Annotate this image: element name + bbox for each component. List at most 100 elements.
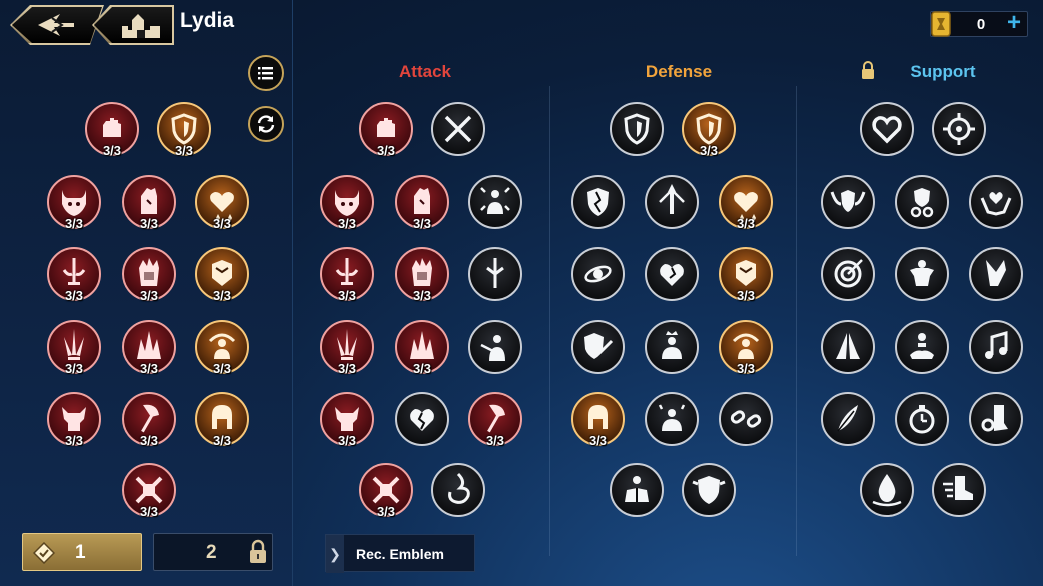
emblem-crossed-fist[interactable]: 3/3 — [121, 462, 177, 519]
emblem-crowned-figure[interactable] — [644, 319, 700, 375]
emblem-sword-burst[interactable] — [467, 246, 523, 302]
emblem-heart-crack[interactable] — [644, 246, 700, 302]
emblem-broken-chain[interactable] — [718, 391, 774, 447]
emblem-crossed-fist[interactable]: 3/3 — [358, 462, 414, 519]
cracked-shield-icon — [571, 175, 625, 229]
emblem-sword-wings[interactable]: 3/3 — [46, 246, 102, 303]
emblem-helmet[interactable]: 3/3 — [570, 391, 626, 448]
recommended-emblem-button[interactable]: ❯ Rec. Emblem — [325, 534, 475, 573]
emblem-swirl-flame[interactable] — [430, 462, 486, 518]
emblem-triple-blade[interactable]: 3/3 — [319, 319, 375, 376]
emblem-gauntlet[interactable]: 3/3 — [121, 174, 177, 231]
emblem-sword-up[interactable] — [644, 174, 700, 230]
pierced-figure-icon — [468, 320, 522, 374]
emblem-orbit[interactable] — [570, 246, 626, 302]
emblem-spikes[interactable]: 3/3 — [121, 319, 177, 376]
emblem-level-1-tab[interactable]: 1 — [22, 533, 142, 571]
emblem-sparkle-figure[interactable] — [644, 391, 700, 447]
emblem-armor[interactable]: 3/3 — [718, 246, 774, 303]
emblem-level-2-tab[interactable]: 2 — [153, 533, 273, 571]
reset-button[interactable] — [248, 106, 284, 142]
emblem-burning-fist[interactable]: 3/3 — [394, 246, 450, 303]
emblem-fist[interactable]: 3/3 — [358, 101, 414, 158]
emblem-horned-warrior[interactable]: 3/3 — [319, 391, 375, 448]
emblem-speed-boot[interactable] — [931, 462, 987, 518]
emblem-buff-figure[interactable] — [894, 246, 950, 302]
emblem-count: 3/3 — [412, 288, 432, 303]
emblem-count: 3/3 — [139, 216, 159, 231]
emblem-demon-horns[interactable]: 3/3 — [319, 174, 375, 231]
feather-hand-icon — [821, 392, 875, 446]
emblem-burning-fist[interactable]: 3/3 — [121, 246, 177, 303]
emblem-hands-heart[interactable] — [968, 174, 1024, 230]
emblem-count: 3/3 — [139, 504, 159, 519]
emblem-demon-horns[interactable]: 3/3 — [46, 174, 102, 231]
emblem-figure-arrows[interactable] — [467, 174, 523, 230]
emblem-list-button[interactable] — [248, 55, 284, 91]
emblem-cracked-shield[interactable] — [570, 174, 626, 230]
emblem-count: 3/3 — [139, 433, 159, 448]
emblem-winged-shield[interactable] — [820, 174, 876, 230]
emblem-fist[interactable]: 3/3 — [84, 101, 140, 158]
emblem-count: 3/3 — [736, 216, 756, 231]
emblem-crosshair[interactable] — [931, 101, 987, 157]
emblem-count: 3/3 — [376, 143, 396, 158]
emblem-spikes[interactable]: 3/3 — [394, 319, 450, 376]
emblem-count: 3/3 — [139, 288, 159, 303]
emblem-count: 3/3 — [412, 216, 432, 231]
emblem-heart-sparkle[interactable]: 3/3 — [194, 174, 250, 231]
emblem-stopwatch[interactable] — [894, 391, 950, 447]
emblem-armor[interactable]: 3/3 — [194, 246, 250, 303]
shield-spikes-icon — [682, 463, 736, 517]
emblem-axe[interactable]: 3/3 — [121, 391, 177, 448]
emblem-gauntlet[interactable]: 3/3 — [394, 174, 450, 231]
emblem-count: 3/3 — [736, 361, 756, 376]
emblem-triple-blade[interactable]: 3/3 — [46, 319, 102, 376]
emblem-heart-sparkle[interactable]: 3/3 — [718, 174, 774, 231]
emblem-figure-arc[interactable]: 3/3 — [718, 319, 774, 376]
emblem-feather-hand[interactable] — [820, 391, 876, 447]
emblem-droplet[interactable] — [859, 462, 915, 518]
emblem-figure-arc[interactable]: 3/3 — [194, 319, 250, 376]
emblem-count: 3/3 — [64, 433, 84, 448]
emblem-crossed-swords[interactable] — [430, 101, 486, 157]
emblem-shield[interactable] — [609, 101, 665, 157]
emblem-pierced-figure[interactable] — [467, 319, 523, 375]
sword-up-icon — [645, 175, 699, 229]
emblem-count: 3/3 — [64, 361, 84, 376]
emblem-heart-frame[interactable] — [859, 101, 915, 157]
add-currency-button[interactable]: + — [1007, 9, 1021, 37]
emblem-boot-dash[interactable] — [968, 246, 1024, 302]
back-arrow-icon[interactable] — [34, 10, 78, 40]
sword-burst-icon — [468, 247, 522, 301]
emblem-axe[interactable]: 3/3 — [467, 391, 523, 448]
emblem-praying-hands[interactable] — [820, 319, 876, 375]
emblem-count: 3/3 — [337, 288, 357, 303]
emblem-count: 3/3 — [588, 433, 608, 448]
emblem-broken-heart[interactable] — [394, 391, 450, 447]
target-icon — [821, 247, 875, 301]
emblem-count: 3/3 — [212, 216, 232, 231]
emblem-suit[interactable] — [609, 462, 665, 518]
emblem-shield-wand[interactable] — [570, 319, 626, 375]
emblem-count: 3/3 — [376, 504, 396, 519]
emblem-meditate[interactable] — [894, 319, 950, 375]
shield-icon — [610, 102, 664, 156]
emblem-count: 3/3 — [337, 361, 357, 376]
emblem-helmet[interactable]: 3/3 — [194, 391, 250, 448]
broken-heart-icon — [395, 392, 449, 446]
emblem-shield[interactable]: 3/3 — [681, 101, 737, 158]
defense-header: Defense — [645, 62, 713, 81]
emblem-horned-warrior[interactable]: 3/3 — [46, 391, 102, 448]
emblem-target[interactable] — [820, 246, 876, 302]
hands-heart-icon — [969, 175, 1023, 229]
emblem-gear-boot[interactable] — [968, 391, 1024, 447]
castle-icon[interactable] — [118, 10, 164, 40]
emblem-chain-shield[interactable] — [894, 174, 950, 230]
attack-header: Attack — [399, 62, 451, 81]
emblem-count: 3/3 — [102, 143, 122, 158]
emblem-sword-wings[interactable]: 3/3 — [319, 246, 375, 303]
emblem-music-note[interactable] — [968, 319, 1024, 375]
emblem-shield[interactable]: 3/3 — [156, 101, 212, 158]
emblem-shield-spikes[interactable] — [681, 462, 737, 518]
